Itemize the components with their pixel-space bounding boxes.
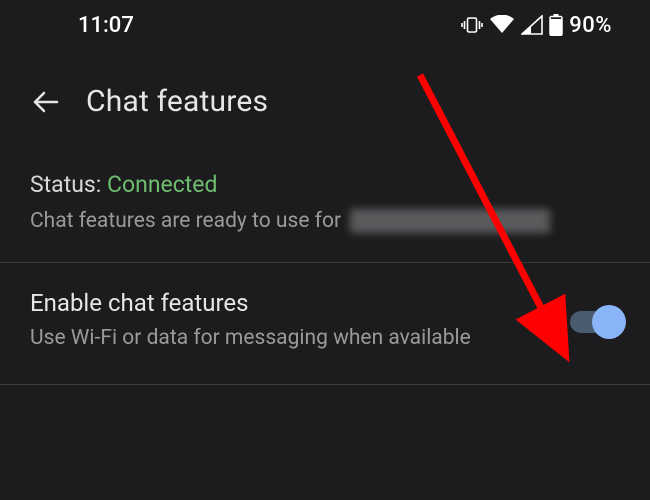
enable-chat-features-toggle[interactable] — [570, 311, 620, 333]
back-button[interactable] — [30, 86, 62, 118]
status-time: 11:07 — [78, 13, 134, 38]
enable-description: Use Wi-Fi or data for messaging when ava… — [30, 323, 540, 353]
battery-icon — [549, 14, 563, 36]
status-label: Status: — [30, 171, 107, 198]
status-line: Status: Connected — [30, 171, 620, 198]
status-bar: 11:07 90% — [0, 0, 650, 50]
status-description: Chat features are ready to use for — [30, 206, 620, 236]
status-description-text: Chat features are ready to use for — [30, 209, 341, 233]
redacted-phone-number — [350, 209, 550, 233]
enable-chat-features-row[interactable]: Enable chat features Use Wi-Fi or data f… — [0, 263, 650, 384]
toggle-knob — [592, 305, 626, 339]
status-right-cluster: 90% — [461, 13, 612, 38]
page-title: Chat features — [86, 84, 268, 119]
status-value: Connected — [107, 171, 217, 198]
wifi-icon — [489, 15, 515, 35]
enable-title: Enable chat features — [30, 289, 540, 317]
vibrate-icon — [461, 15, 483, 35]
row-text: Enable chat features Use Wi-Fi or data f… — [30, 289, 570, 353]
app-header: Chat features — [0, 50, 650, 149]
battery-percent: 90% — [569, 13, 612, 38]
signal-icon — [521, 15, 543, 35]
status-section: Status: Connected Chat features are read… — [0, 149, 650, 263]
arrow-left-icon — [31, 87, 61, 117]
